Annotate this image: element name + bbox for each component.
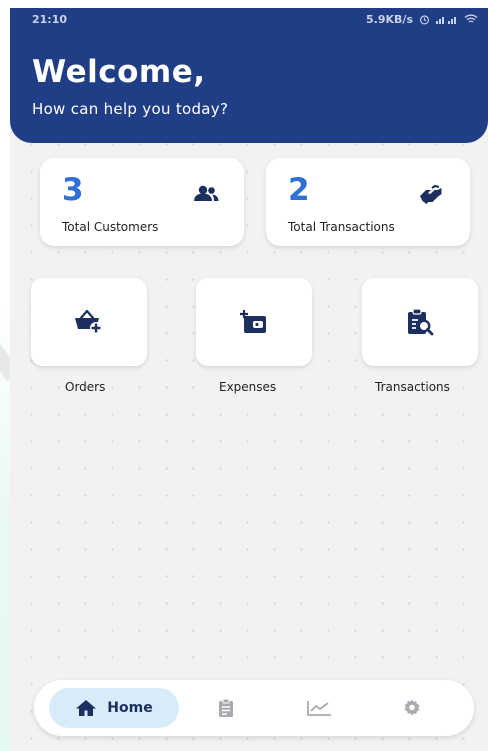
clipboard-icon[interactable] (218, 698, 234, 718)
transactions-count: 2 (288, 172, 310, 208)
nav-home-tab[interactable]: Home (49, 688, 179, 728)
alarm-icon (419, 14, 430, 24)
users-icon (194, 185, 219, 201)
header: 21:10 5.9KB/s Welcome, How can help you … (10, 8, 488, 143)
welcome-title: Welcome, (32, 54, 206, 90)
wallet-plus-icon (240, 310, 266, 333)
orders-button[interactable] (31, 278, 147, 366)
expenses-button[interactable] (196, 278, 312, 366)
welcome-subtitle: How can help you today? (32, 100, 229, 118)
basket-plus-icon (75, 309, 102, 334)
expenses-label: Expenses (219, 380, 277, 394)
home-icon (76, 700, 97, 716)
bottom-navigation: Home (34, 680, 474, 736)
app-screen: 21:10 5.9KB/s Welcome, How can help you … (10, 8, 488, 751)
network-speed: 5.9KB/s (366, 12, 413, 26)
wifi-icon (464, 14, 478, 23)
total-transactions-card[interactable]: 2 Total Transactions (266, 158, 470, 246)
chart-line-icon[interactable] (306, 700, 332, 716)
status-time: 21:10 (32, 12, 68, 26)
customers-label: Total Customers (62, 220, 159, 234)
customers-count: 3 (62, 172, 84, 208)
nav-home-label: Home (107, 700, 153, 716)
status-indicators: 5.9KB/s (366, 13, 478, 26)
total-customers-card[interactable]: 3 Total Customers (40, 158, 244, 246)
side-decoration (0, 300, 10, 751)
transactions-label: Total Transactions (288, 220, 395, 234)
gear-icon[interactable] (402, 698, 422, 718)
clipboard-search-icon (408, 308, 434, 336)
status-bar: 21:10 5.9KB/s (10, 8, 488, 30)
handshake-icon (420, 184, 442, 204)
orders-label: Orders (65, 380, 106, 394)
transactions-button[interactable] (362, 278, 478, 366)
signal-icon (436, 17, 456, 24)
transactions-action-label: Transactions (375, 380, 450, 394)
